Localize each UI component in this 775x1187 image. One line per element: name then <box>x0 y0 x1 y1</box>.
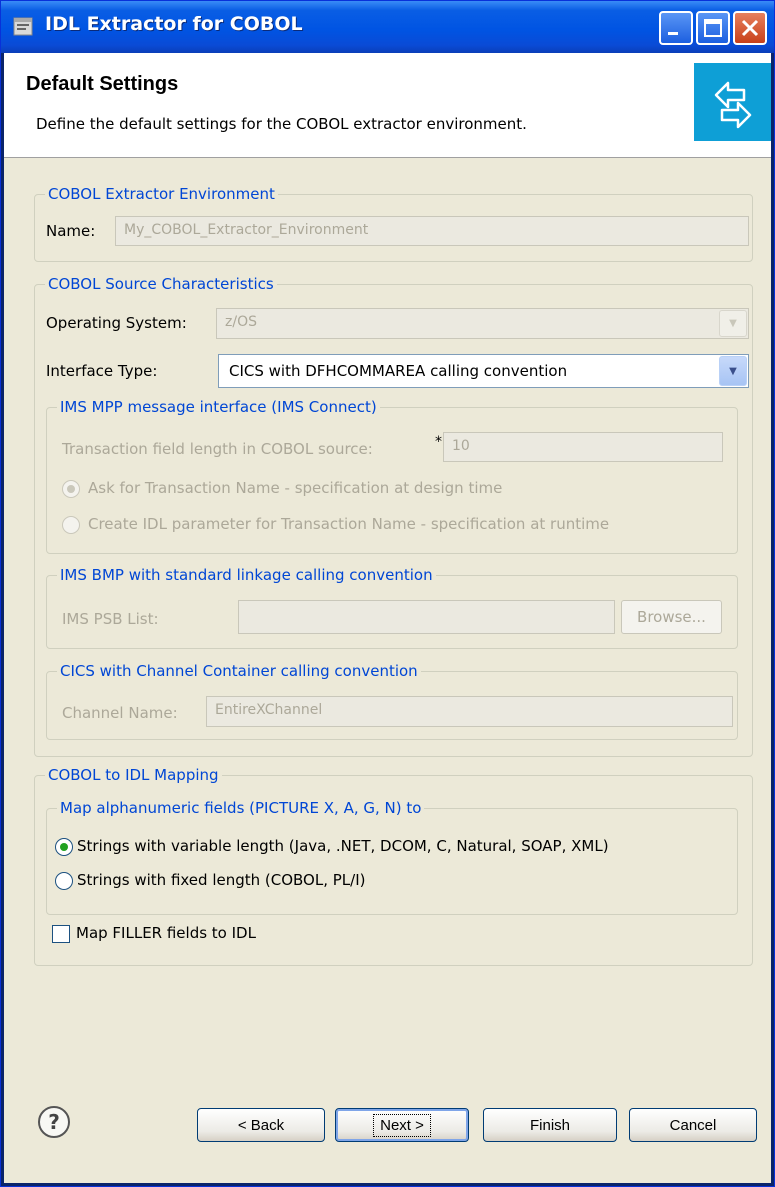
transaction-length-label: Transaction field length in COBOL source… <box>62 440 373 458</box>
dialog-window: IDL Extractor for COBOL Default Settings… <box>0 0 775 1187</box>
required-mark: * <box>435 434 442 450</box>
name-label: Name: <box>46 222 96 240</box>
page-title: Default Settings <box>26 73 179 95</box>
extractor-environment-legend: COBOL Extractor Environment <box>48 185 275 203</box>
ims-bmp-legend: IMS BMP with standard linkage calling co… <box>60 566 433 584</box>
map-filler-label: Map FILLER fields to IDL <box>76 924 256 942</box>
source-characteristics-legend: COBOL Source Characteristics <box>48 275 274 293</box>
cobol-to-idl-mapping-legend: COBOL to IDL Mapping <box>48 766 219 784</box>
application-icon <box>13 17 33 36</box>
browse-button[interactable]: Browse... <box>621 600 722 634</box>
wizard-content: COBOL Extractor Environment Name: My_COB… <box>4 158 771 1183</box>
cancel-button[interactable]: Cancel <box>629 1108 757 1142</box>
ims-mpp-legend: IMS MPP message interface (IMS Connect) <box>60 398 377 416</box>
chevron-down-icon[interactable]: ▼ <box>719 310 747 337</box>
maximize-button[interactable] <box>696 11 730 45</box>
wizard-banner-arrows-icon <box>714 81 752 129</box>
fixed-length-label: Strings with fixed length (COBOL, PL/I) <box>77 871 366 889</box>
ask-transaction-label: Ask for Transaction Name - specification… <box>88 479 503 497</box>
close-button[interactable] <box>733 11 767 45</box>
minimize-button[interactable] <box>659 11 693 45</box>
channel-name-label: Channel Name: <box>62 704 178 722</box>
transaction-length-field[interactable]: 10 <box>443 432 723 462</box>
help-icon[interactable]: ? <box>38 1106 70 1138</box>
fixed-length-radio[interactable] <box>55 872 73 890</box>
next-button-label: Next > <box>373 1113 431 1137</box>
create-idl-parameter-label: Create IDL parameter for Transaction Nam… <box>88 515 610 533</box>
name-field[interactable]: My_COBOL_Extractor_Environment <box>115 216 749 246</box>
close-icon <box>741 19 759 37</box>
window-title: IDL Extractor for COBOL <box>45 13 303 35</box>
finish-button[interactable]: Finish <box>483 1108 617 1142</box>
operating-system-combo[interactable]: z/OS ▼ <box>216 308 749 339</box>
ims-psb-list-field[interactable] <box>238 600 615 634</box>
wizard-header: Default Settings Define the default sett… <box>4 53 771 158</box>
map-filler-checkbox[interactable] <box>52 925 70 943</box>
channel-name-field[interactable]: EntireXChannel <box>206 696 733 727</box>
cics-channel-legend: CICS with Channel Container calling conv… <box>60 662 418 680</box>
create-idl-parameter-radio[interactable] <box>62 516 80 534</box>
wizard-banner <box>694 63 771 141</box>
interface-type-combo[interactable]: CICS with DFHCOMMAREA calling convention… <box>218 354 749 388</box>
ask-transaction-radio[interactable] <box>62 480 80 498</box>
variable-length-radio[interactable] <box>55 838 73 856</box>
back-button[interactable]: < Back <box>197 1108 325 1142</box>
variable-length-label: Strings with variable length (Java, .NET… <box>77 837 609 855</box>
operating-system-label: Operating System: <box>46 314 187 332</box>
maximize-icon <box>704 19 722 37</box>
alphanumeric-fields-group: Map alphanumeric fields (PICTURE X, A, G… <box>46 799 738 915</box>
next-button[interactable]: Next > <box>335 1108 469 1142</box>
minimize-icon <box>668 32 678 35</box>
alphanumeric-fields-legend: Map alphanumeric fields (PICTURE X, A, G… <box>60 799 422 817</box>
ims-psb-list-label: IMS PSB List: <box>62 610 159 628</box>
chevron-down-icon[interactable]: ▼ <box>719 356 747 386</box>
title-bar[interactable]: IDL Extractor for COBOL <box>1 1 774 53</box>
interface-type-label: Interface Type: <box>46 362 158 380</box>
operating-system-value: z/OS <box>225 314 257 330</box>
page-description: Define the default settings for the COBO… <box>36 115 527 133</box>
interface-type-value: CICS with DFHCOMMAREA calling convention <box>229 362 568 380</box>
